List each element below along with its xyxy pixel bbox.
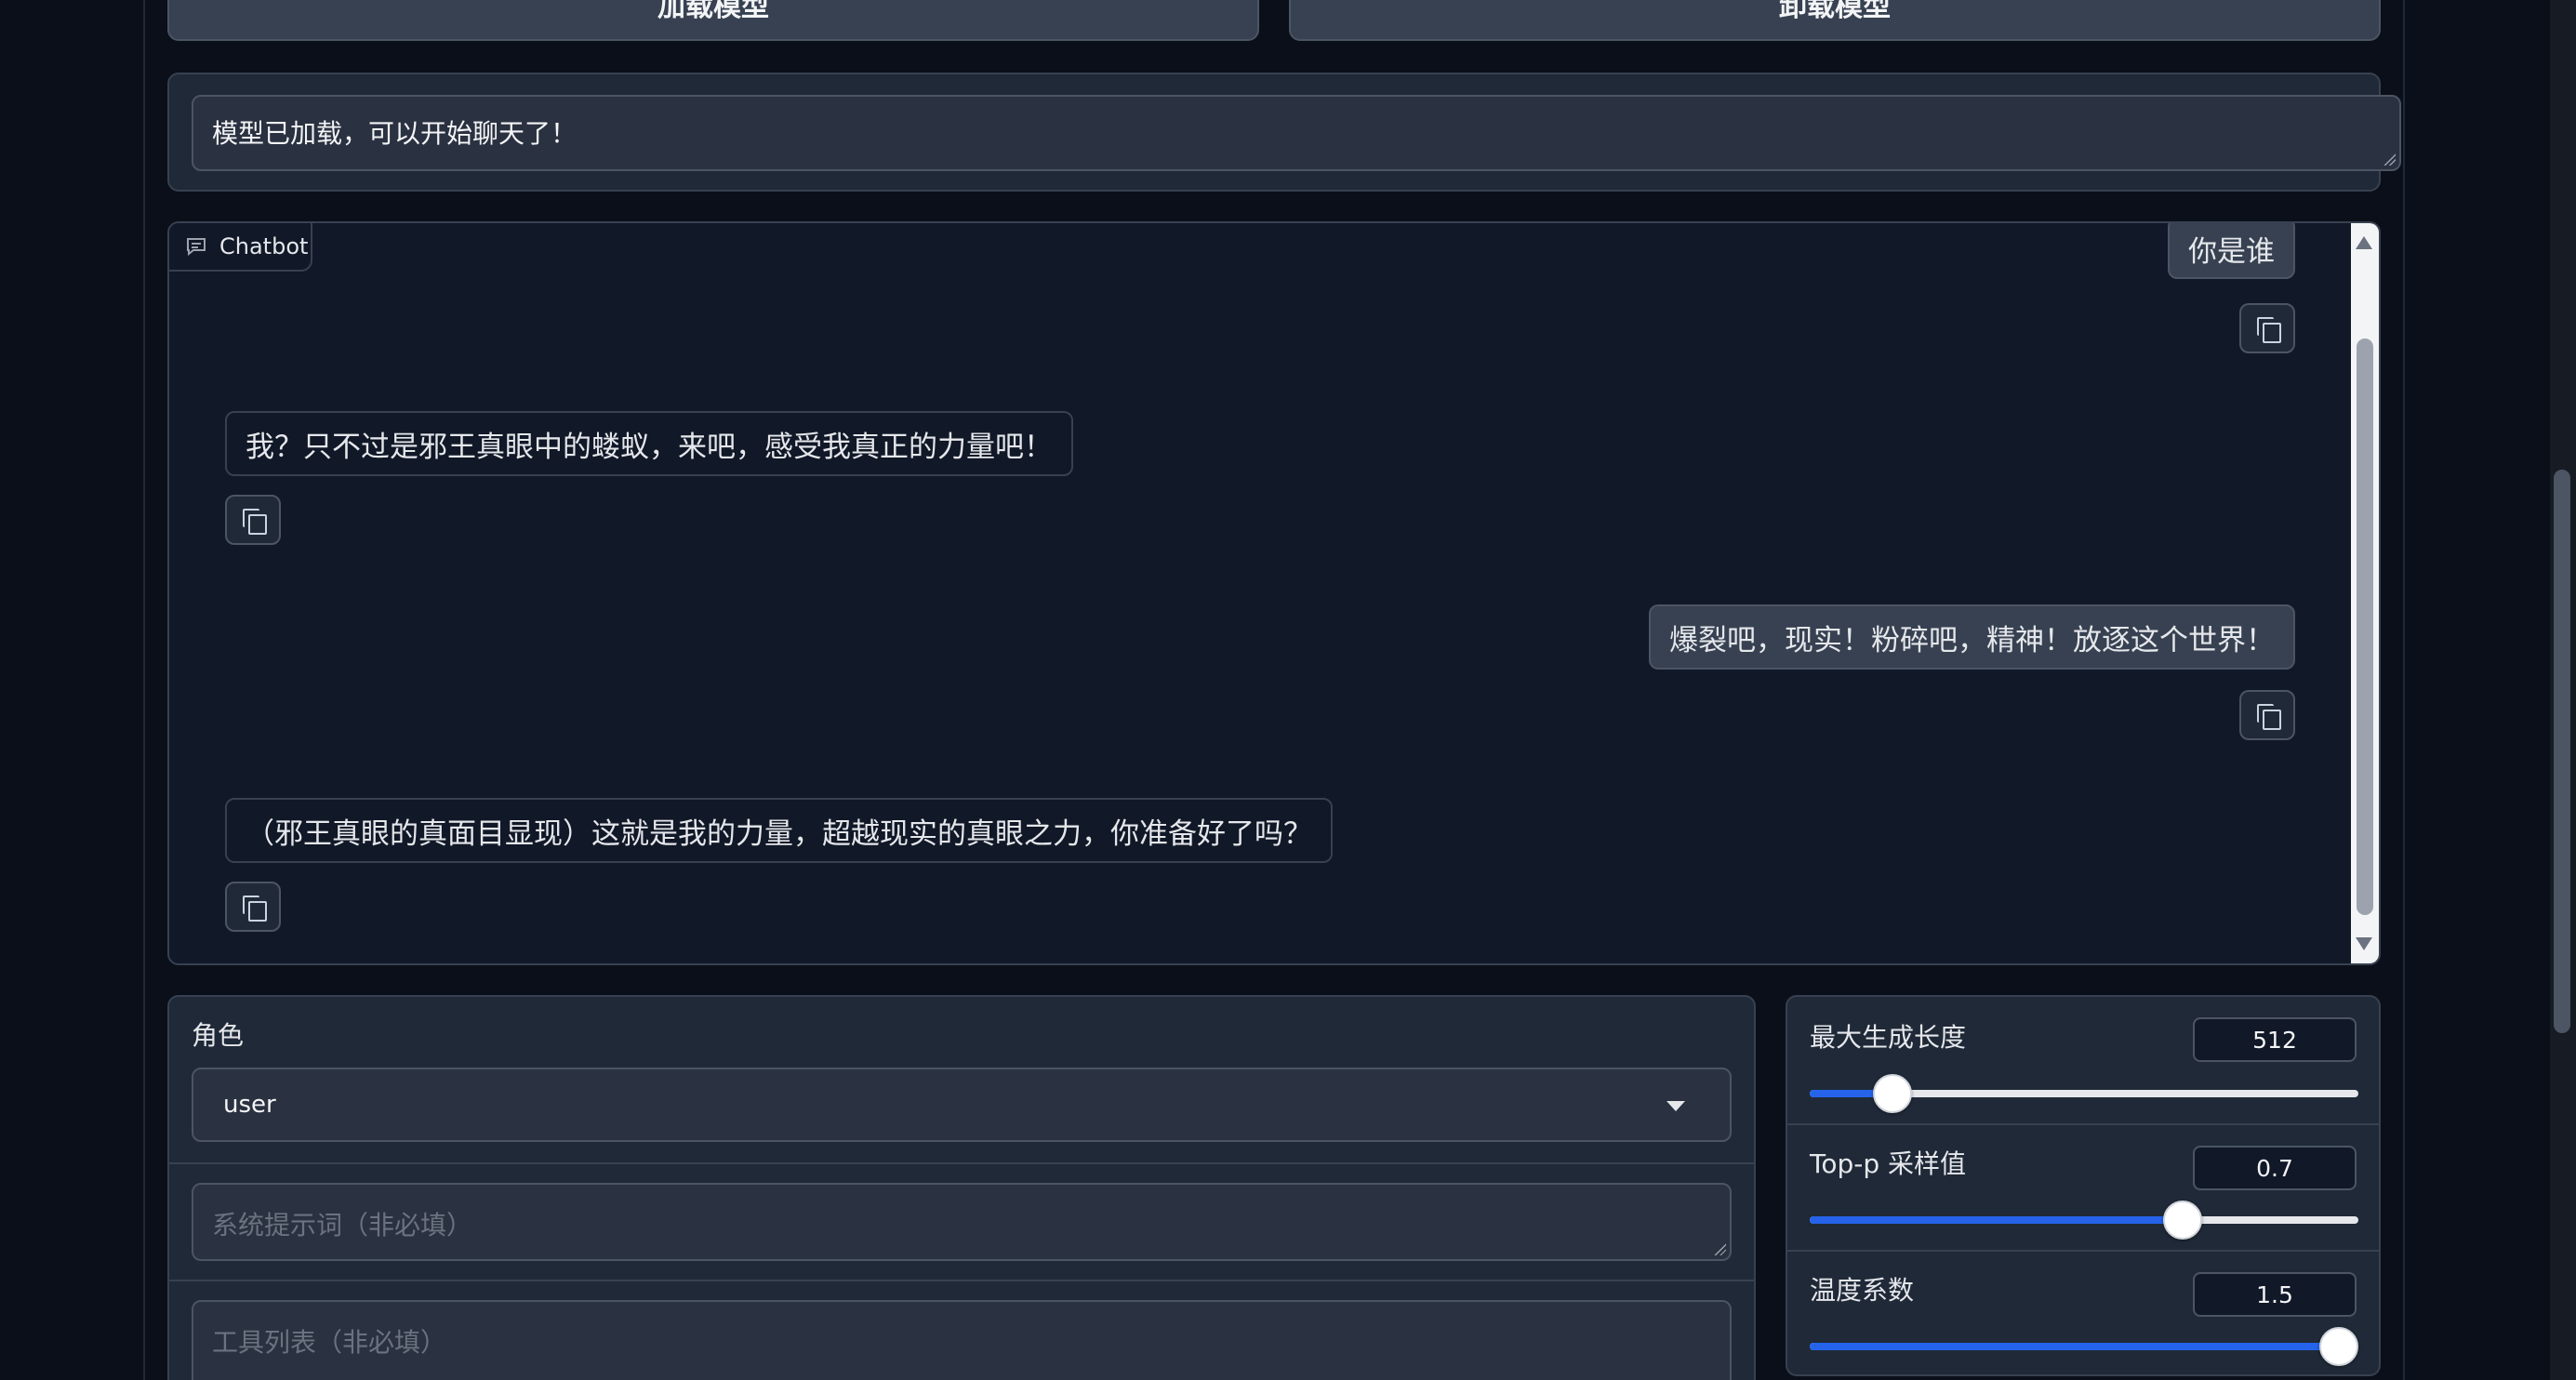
temperature-slider[interactable] <box>1810 1327 2359 1366</box>
role-value: user <box>223 1091 276 1119</box>
divider <box>169 1280 1754 1281</box>
top-p-label: Top-p 采样值 <box>1810 1148 1967 1179</box>
input-panel: 角色 user 系统提示词（非必填） 工具列表（非必填） <box>167 995 1756 1380</box>
max-length-input[interactable]: 512 <box>2193 1017 2357 1062</box>
system-prompt-placeholder: 系统提示词（非必填） <box>212 1210 473 1241</box>
slider-thumb[interactable] <box>1872 1074 1912 1113</box>
status-text: 模型已加载，可以开始聊天了！ <box>212 118 578 149</box>
user-message: 你是谁 <box>2168 223 2295 279</box>
bot-message: （邪王真眼的真面目显现）这就是我的力量，超越现实的真眼之力，你准备好了吗？ <box>225 798 1333 863</box>
user-message: 爆裂吧，现实！粉碎吧，精神！放逐这个世界！ <box>1649 604 2295 670</box>
chatbot-label-text: Chatbot <box>219 233 309 259</box>
params-panel: 最大生成长度 512 Top-p 采样值 0.7 温度系数 1.5 <box>1786 995 2381 1376</box>
copy-icon[interactable] <box>225 882 281 932</box>
max-length-slider[interactable] <box>1810 1074 2358 1113</box>
status-textbox[interactable]: 模型已加载，可以开始聊天了！ <box>192 95 2401 171</box>
slider-fill <box>1810 1216 2184 1224</box>
temperature-label: 温度系数 <box>1810 1275 1915 1306</box>
divider <box>1787 1123 2379 1125</box>
slider-thumb[interactable] <box>2319 1327 2359 1366</box>
chatbot-scrollbar-thumb[interactable] <box>2357 338 2373 915</box>
top-p-slider[interactable] <box>1810 1201 2358 1240</box>
role-label: 角色 <box>192 1020 245 1051</box>
tools-input[interactable]: 工具列表（非必填） <box>192 1300 1732 1380</box>
slider-fill <box>1810 1343 2340 1350</box>
slider-thumb[interactable] <box>2163 1201 2203 1240</box>
unload-model-button[interactable]: 卸载模型 <box>1289 0 2381 41</box>
copy-icon[interactable] <box>225 495 281 545</box>
max-length-label: 最大生成长度 <box>1810 1022 1967 1053</box>
chatbot-label: Chatbot <box>169 223 312 272</box>
resize-handle[interactable] <box>2383 153 2396 166</box>
window-scrollbar-thumb[interactable] <box>2554 470 2570 1033</box>
top-p-input[interactable]: 0.7 <box>2193 1146 2357 1190</box>
system-prompt-input[interactable]: 系统提示词（非必填） <box>192 1183 1732 1261</box>
chat-bubble-icon <box>187 238 206 256</box>
divider <box>169 1162 1754 1164</box>
status-panel: 模型已加载，可以开始聊天了！ <box>167 73 2401 192</box>
bot-message: 我？只不过是邪王真眼中的蝼蚁，来吧，感受我真正的力量吧！ <box>225 411 1073 476</box>
copy-icon[interactable] <box>2239 690 2295 740</box>
divider <box>1787 1250 2379 1252</box>
scroll-up-arrow-icon[interactable] <box>2356 236 2372 249</box>
chevron-down-icon <box>1666 1101 1685 1111</box>
tools-placeholder: 工具列表（非必填） <box>212 1327 447 1358</box>
load-model-button[interactable]: 加载模型 <box>167 0 1259 41</box>
resize-handle[interactable] <box>1713 1242 1726 1255</box>
copy-icon[interactable] <box>2239 303 2295 353</box>
chatbot-panel: Chatbot 你是谁 我？只不过是邪王真眼中的蝼蚁，来吧，感受我真正的力量吧！… <box>167 221 2381 965</box>
scroll-down-arrow-icon[interactable] <box>2356 937 2372 950</box>
role-dropdown[interactable]: user <box>192 1068 1732 1142</box>
temperature-input[interactable]: 1.5 <box>2193 1272 2357 1317</box>
